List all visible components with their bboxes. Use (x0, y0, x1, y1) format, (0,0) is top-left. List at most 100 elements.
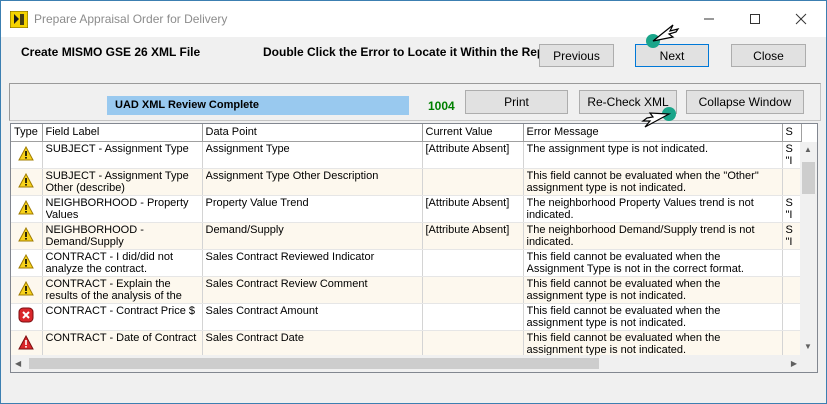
current-value-cell (422, 303, 524, 331)
data-point-cell: Sales Contract Review Comment (202, 276, 423, 304)
field-label-cell: NEIGHBORHOOD - Property Values (42, 195, 203, 223)
review-status: UAD XML Review Complete (107, 96, 409, 115)
type-cell (11, 276, 43, 304)
title-bar[interactable]: Prepare Appraisal Order for Delivery (1, 1, 826, 37)
column-header-data-point[interactable]: Data Point (202, 124, 423, 142)
column-header-field-label[interactable]: Field Label (42, 124, 203, 142)
instruction-text: Double Click the Error to Locate it With… (263, 45, 539, 59)
error-message-cell: This field cannot be evaluated when the … (523, 330, 783, 358)
s-cell (782, 168, 802, 196)
error-x-icon (18, 307, 34, 326)
data-point-cell: Assignment Type Other Description (202, 168, 423, 196)
current-value-cell (422, 276, 524, 304)
type-cell (11, 249, 43, 277)
horizontal-scrollbar[interactable]: ◀ ▶ (11, 355, 801, 372)
column-header-row: Type Field Label Data Point Current Valu… (11, 124, 802, 142)
collapse-window-button[interactable]: Collapse Window (686, 90, 804, 114)
error-count: 1004 (428, 99, 455, 113)
field-label-cell: NEIGHBORHOOD - Demand/Supply (42, 222, 203, 250)
minimize-button[interactable] (699, 9, 719, 29)
warning-icon (18, 280, 35, 299)
table-row[interactable]: CONTRACT - I did/did not analyze the con… (11, 249, 802, 277)
table-row[interactable]: CONTRACT - Explain the results of the an… (11, 276, 802, 304)
s-cell (782, 330, 802, 358)
vertical-scrollbar[interactable]: ▲ ▼ (800, 142, 817, 355)
data-point-cell: Sales Contract Date (202, 330, 423, 358)
close-button[interactable]: Close (731, 44, 806, 67)
scroll-corner (800, 355, 817, 372)
close-icon (795, 13, 807, 25)
error-message-cell: This field cannot be evaluated when the … (523, 276, 783, 304)
field-label-cell: CONTRACT - I did/did not analyze the con… (42, 249, 203, 277)
data-point-cell: Property Value Trend (202, 195, 423, 223)
app-logo-icon (10, 11, 28, 28)
s-cell (782, 249, 802, 277)
current-value-cell (422, 168, 524, 196)
column-header-current-value[interactable]: Current Value (422, 124, 524, 142)
xml-file-heading: Create MISMO GSE 26 XML File (21, 45, 201, 59)
field-label-cell: SUBJECT - Assignment Type (42, 141, 203, 169)
window-close-button[interactable] (791, 9, 811, 29)
warning-icon (18, 145, 35, 164)
error-message-cell: This field cannot be evaluated when the … (523, 168, 783, 196)
type-cell (11, 330, 43, 358)
error-grid[interactable]: Type Field Label Data Point Current Valu… (10, 123, 818, 373)
error-message-cell: The assignment type is not indicated. (523, 141, 783, 169)
type-cell (11, 168, 43, 196)
type-cell (11, 222, 43, 250)
type-cell (11, 195, 43, 223)
s-cell: S "I (782, 141, 802, 169)
scroll-left-arrow-icon[interactable]: ◀ (15, 359, 21, 369)
current-value-cell (422, 330, 524, 358)
field-label-cell: CONTRACT - Explain the results of the an… (42, 276, 203, 304)
warning-icon (18, 172, 35, 191)
vertical-scroll-thumb[interactable] (802, 162, 815, 194)
column-header-type[interactable]: Type (11, 124, 43, 142)
data-point-cell: Sales Contract Amount (202, 303, 423, 331)
current-value-cell: [Attribute Absent] (422, 141, 524, 169)
type-cell (11, 303, 43, 331)
error-message-cell: This field cannot be evaluated when the … (523, 303, 783, 331)
s-cell: S "I (782, 222, 802, 250)
table-row[interactable]: SUBJECT - Assignment Type Other (describ… (11, 168, 802, 196)
error-alert-icon (18, 334, 35, 353)
table-row[interactable]: NEIGHBORHOOD - Property Values Property V… (11, 195, 802, 223)
window-title: Prepare Appraisal Order for Delivery (34, 12, 228, 26)
table-row[interactable]: SUBJECT - Assignment Type Assignment Type… (11, 141, 802, 169)
warning-icon (18, 199, 35, 218)
error-table-body: SUBJECT - Assignment Type Assignment Type… (11, 141, 802, 358)
field-label-cell: SUBJECT - Assignment Type Other (describ… (42, 168, 203, 196)
previous-button[interactable]: Previous (539, 44, 614, 67)
field-label-cell: CONTRACT - Date of Contract (42, 330, 203, 358)
table-row[interactable]: CONTRACT - Date of Contract Sales Contrac… (11, 330, 802, 358)
status-strip (1, 379, 826, 403)
scroll-down-arrow-icon[interactable]: ▼ (804, 342, 812, 352)
s-cell: S "I (782, 195, 802, 223)
current-value-cell: [Attribute Absent] (422, 222, 524, 250)
current-value-cell (422, 249, 524, 277)
warning-icon (18, 253, 35, 272)
error-message-cell: The neighborhood Demand/Supply trend is … (523, 222, 783, 250)
s-cell (782, 276, 802, 304)
table-row[interactable]: NEIGHBORHOOD - Demand/Supply Demand/Suppl… (11, 222, 802, 250)
warning-icon (18, 226, 35, 245)
error-table: Type Field Label Data Point Current Valu… (11, 124, 802, 358)
print-button[interactable]: Print (465, 90, 568, 114)
error-message-cell: The neighborhood Property Values trend i… (523, 195, 783, 223)
scroll-up-arrow-icon[interactable]: ▲ (804, 145, 812, 155)
horizontal-scroll-thumb[interactable] (29, 358, 599, 369)
field-label-cell: CONTRACT - Contract Price $ (42, 303, 203, 331)
s-cell (782, 303, 802, 331)
maximize-button[interactable] (745, 9, 765, 29)
data-point-cell: Demand/Supply (202, 222, 423, 250)
table-row[interactable]: CONTRACT - Contract Price $ Sales Contrac… (11, 303, 802, 331)
current-value-cell: [Attribute Absent] (422, 195, 524, 223)
maximize-icon (750, 14, 760, 24)
scroll-right-arrow-icon[interactable]: ▶ (791, 359, 797, 369)
appraisal-delivery-window: Prepare Appraisal Order for Delivery Cre… (0, 0, 827, 404)
data-point-cell: Sales Contract Reviewed Indicator (202, 249, 423, 277)
type-cell (11, 141, 43, 169)
data-point-cell: Assignment Type (202, 141, 423, 169)
column-header-s[interactable]: S (782, 124, 802, 142)
pointer-cursor-icon (641, 107, 676, 128)
